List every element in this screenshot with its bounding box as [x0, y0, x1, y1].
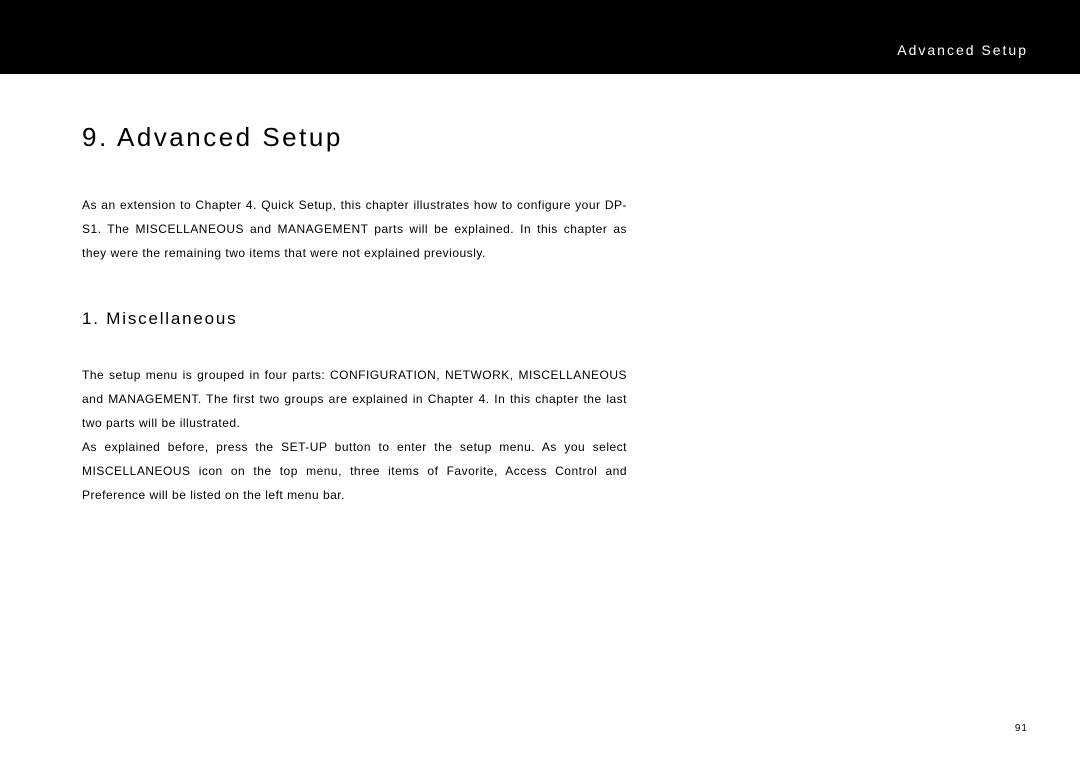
chapter-intro-paragraph: As an extension to Chapter 4. Quick Setu… — [82, 193, 627, 265]
chapter-title: 9. Advanced Setup — [82, 122, 630, 153]
section-body-paragraph-1: The setup menu is grouped in four parts:… — [82, 363, 627, 435]
section-title: 1. Miscellaneous — [82, 309, 630, 329]
page-number: 91 — [1015, 723, 1028, 734]
section-body-paragraph-2: As explained before, press the SET-UP bu… — [82, 435, 627, 507]
header-bar: Advanced Setup — [0, 0, 1080, 74]
header-title: Advanced Setup — [897, 42, 1028, 58]
page-content: 9. Advanced Setup As an extension to Cha… — [0, 74, 630, 507]
